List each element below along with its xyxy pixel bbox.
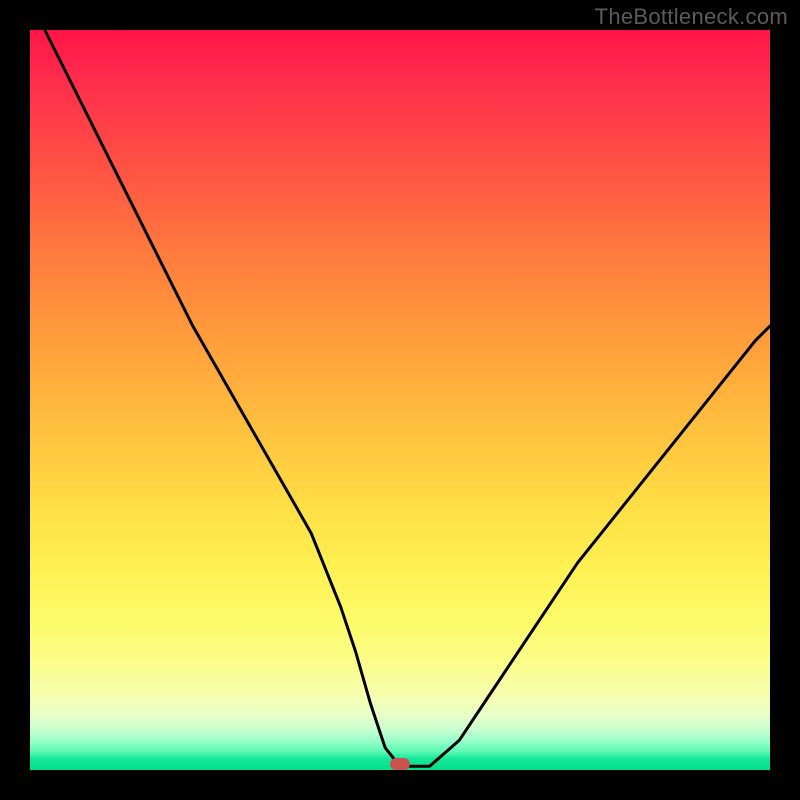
watermark-text: TheBottleneck.com bbox=[595, 4, 788, 30]
plot-area bbox=[30, 30, 770, 770]
chart-frame: TheBottleneck.com bbox=[0, 0, 800, 800]
bottleneck-curve bbox=[30, 30, 770, 770]
optimal-point-marker bbox=[390, 758, 410, 770]
curve-path bbox=[45, 30, 770, 766]
